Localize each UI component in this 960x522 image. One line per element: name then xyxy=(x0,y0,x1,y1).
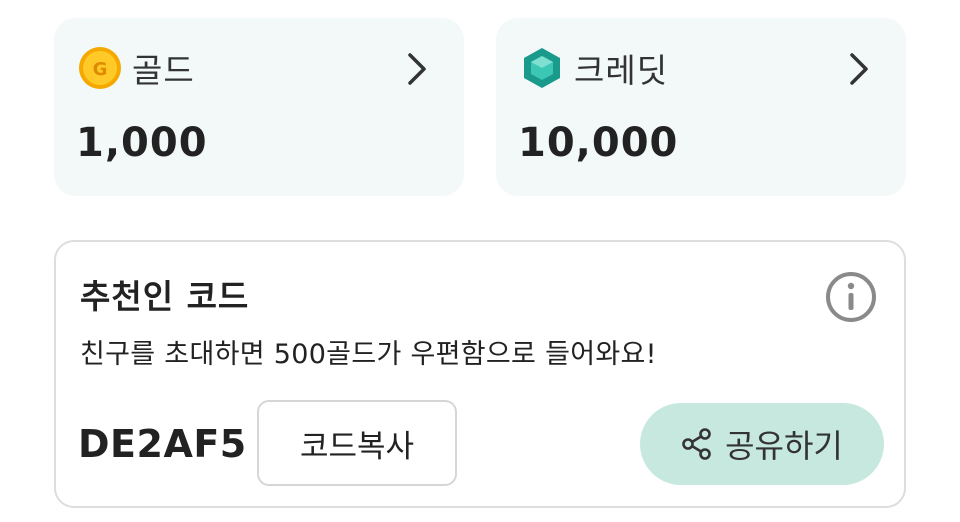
share-button[interactable]: 공유하기 xyxy=(640,403,884,485)
info-icon[interactable] xyxy=(824,270,878,324)
referral-description: 친구를 초대하면 500골드가 우편함으로 들어와요! xyxy=(80,339,657,370)
copy-code-button[interactable]: 코드복사 xyxy=(257,400,457,486)
share-icon xyxy=(682,428,711,460)
gold-balance-card[interactable]: G 골드 1,000 xyxy=(54,18,464,196)
chevron-right-icon[interactable] xyxy=(402,51,430,87)
credit-balance-card[interactable]: 크레딧 10,000 xyxy=(496,18,906,196)
referral-title: 추천인 코드 xyxy=(80,277,250,316)
share-label: 공유하기 xyxy=(725,427,843,465)
credit-label: 크레딧 xyxy=(574,51,669,90)
svg-text:G: G xyxy=(93,59,108,80)
gold-coin-icon: G xyxy=(79,47,121,89)
gold-value: 1,000 xyxy=(76,120,208,166)
gold-card-header: G 골드 xyxy=(78,44,195,92)
credit-gem-icon xyxy=(524,48,560,88)
chevron-right-icon[interactable] xyxy=(844,51,872,87)
referral-code-card: 추천인 코드 친구를 초대하면 500골드가 우편함으로 들어와요! DE2AF… xyxy=(54,240,906,508)
referral-code: DE2AF5 xyxy=(78,422,247,466)
gold-label: 골드 xyxy=(132,51,195,90)
credit-card-header: 크레딧 xyxy=(520,44,668,92)
credit-value: 10,000 xyxy=(518,120,679,166)
